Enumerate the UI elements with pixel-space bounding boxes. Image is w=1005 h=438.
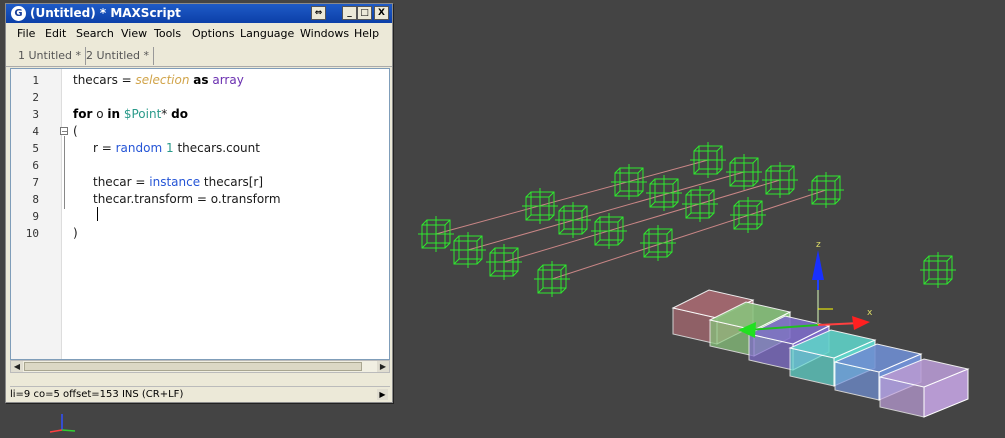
status-bar: li=9 co=5 offset=153 INS (CR+LF) ▶ xyxy=(10,386,390,403)
menu-bar: File Edit Search View Tools Options Lang… xyxy=(6,24,392,44)
scroll-thumb[interactable] xyxy=(24,362,362,371)
code-editor[interactable]: 1 2 3 4 5 6 7 8 9 10 − thecars = selecti… xyxy=(10,68,390,360)
tab-untitled-2[interactable]: 2 Untitled * xyxy=(86,47,155,65)
line-number: 8 xyxy=(32,193,39,206)
line-number: 3 xyxy=(32,108,39,121)
horizontal-scrollbar[interactable]: ◀ ▶ xyxy=(10,360,390,373)
menu-edit[interactable]: Edit xyxy=(45,24,66,44)
scroll-right-icon[interactable]: ▶ xyxy=(377,361,389,372)
window-title: (Untitled) * MAXScript xyxy=(30,6,181,20)
line-number: 10 xyxy=(25,227,39,240)
menu-language[interactable]: Language xyxy=(240,24,294,44)
menu-tools[interactable]: Tools xyxy=(154,24,181,44)
line-number: 7 xyxy=(32,176,39,189)
line-number: 6 xyxy=(32,159,39,172)
line-number: 5 xyxy=(32,142,39,155)
code-line-3: for o in $Point* do xyxy=(73,107,188,121)
code-line-7: thecar = instance thecars[r] xyxy=(93,175,264,189)
maxscript-window[interactable]: G (Untitled) * MAXScript ⇔ _ □ X File Ed… xyxy=(5,3,393,403)
line-number: 1 xyxy=(32,74,39,87)
line-number: 2 xyxy=(32,91,39,104)
code-line-4: ( xyxy=(73,124,78,138)
app-icon: G xyxy=(11,6,26,21)
menu-view[interactable]: View xyxy=(121,24,147,44)
maximize-button[interactable]: □ xyxy=(357,6,372,20)
fold-line xyxy=(64,136,65,209)
line-number: 9 xyxy=(32,210,39,223)
tab-row: 1 Untitled * 2 Untitled * xyxy=(6,45,392,67)
code-line-8: thecar.transform = o.transform xyxy=(93,192,281,206)
gizmo-x-label: x xyxy=(867,308,873,318)
minimize-button[interactable]: _ xyxy=(342,6,357,20)
code-line-1: thecars = selection as array xyxy=(73,73,244,87)
tab-untitled-1[interactable]: 1 Untitled * xyxy=(18,47,87,65)
text-caret xyxy=(97,207,98,221)
menu-file[interactable]: File xyxy=(17,24,35,44)
fold-toggle-icon[interactable]: − xyxy=(60,127,68,136)
status-text: li=9 co=5 offset=153 INS (CR+LF) xyxy=(10,389,184,400)
menu-help[interactable]: Help xyxy=(354,24,379,44)
line-number-gutter: 1 2 3 4 5 6 7 8 9 10 xyxy=(11,69,62,359)
close-button[interactable]: X xyxy=(374,6,389,20)
menu-windows[interactable]: Windows xyxy=(300,24,349,44)
line-number: 4 xyxy=(32,125,39,138)
pin-button[interactable]: ⇔ xyxy=(311,6,326,20)
code-line-10: ) xyxy=(73,226,78,240)
menu-search[interactable]: Search xyxy=(76,24,114,44)
code-line-5: r = random 1 thecars.count xyxy=(93,141,260,155)
scroll-left-icon[interactable]: ◀ xyxy=(11,361,23,372)
title-bar[interactable]: G (Untitled) * MAXScript ⇔ _ □ X xyxy=(6,4,392,23)
gizmo-z-label: z xyxy=(816,240,821,250)
menu-options[interactable]: Options xyxy=(192,24,234,44)
status-expand-icon[interactable]: ▶ xyxy=(377,389,388,400)
